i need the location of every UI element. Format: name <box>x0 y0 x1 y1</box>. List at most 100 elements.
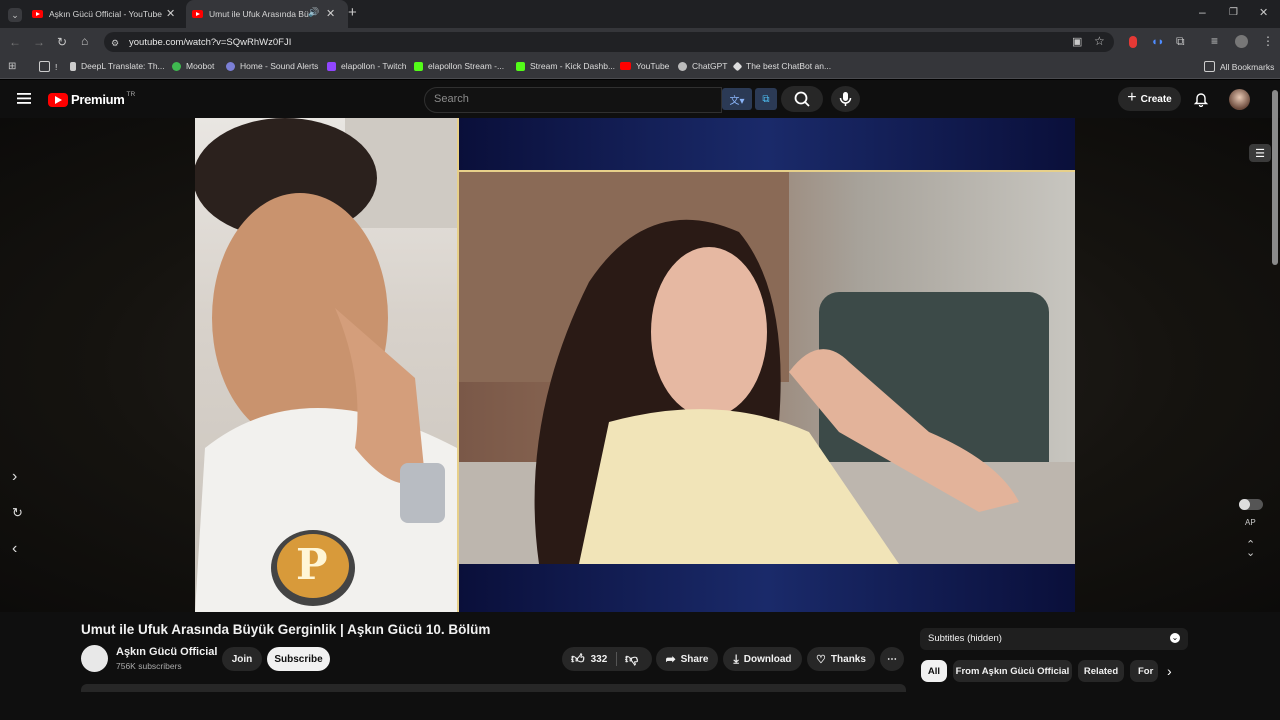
like-dislike-group: 👍︎ 332 👎︎ <box>562 647 652 671</box>
extensions-puzzle-icon[interactable]: ⧉ <box>1176 35 1185 47</box>
bookmark-sound-alerts[interactable]: Home - Sound Alerts <box>226 61 318 71</box>
chip-label: From Aşkın Gücü Official <box>955 665 1070 677</box>
expand-collapse-icon[interactable]: ⌃ ⌄ <box>1246 540 1255 559</box>
like-count[interactable]: 332 <box>591 654 608 665</box>
create-label: Create <box>1140 93 1172 105</box>
profile-avatar-icon[interactable] <box>1235 35 1248 48</box>
bookmark-kick-stream[interactable]: elapollon Stream -... <box>414 61 504 71</box>
bookmark-moobot[interactable]: Moobot <box>172 61 214 71</box>
chips-next-chevron-icon[interactable]: › <box>1167 663 1172 679</box>
minimize-icon[interactable]: – <box>1199 6 1206 18</box>
chapters-list-icon[interactable]: ☰ <box>1249 144 1271 162</box>
contestant-badge-letter: P <box>296 540 328 589</box>
chip-related[interactable]: Related <box>1078 660 1124 682</box>
restore-icon[interactable]: ❐ <box>1229 7 1238 19</box>
youtube-favicon-icon <box>32 10 43 18</box>
channel-avatar[interactable] <box>81 645 108 672</box>
url-text[interactable]: youtube.com/watch?v=SQwRhWz0FJI <box>129 37 291 48</box>
bookmark-deepl[interactable]: DeepL Translate: Th... <box>70 61 165 71</box>
guide-menu-icon[interactable] <box>17 92 31 104</box>
subtitles-expand-icon[interactable]: ⌄ <box>1170 633 1180 643</box>
search-button[interactable] <box>781 86 823 112</box>
chip-from-channel[interactable]: From Aşkın Gücü Official <box>953 660 1072 682</box>
subtitles-label: Subtitles (hidden) <box>928 633 1002 644</box>
share-icon: ➦ <box>665 652 676 666</box>
bookmark-chatgpt[interactable]: ChatGPT <box>678 61 727 71</box>
next-chevron-icon[interactable]: › <box>12 468 17 486</box>
video-frame-left-contestant <box>195 118 457 612</box>
translate-extension-icon[interactable]: ⧉ <box>755 88 777 110</box>
more-actions-icon[interactable]: ⋯ <box>880 647 904 671</box>
refresh-icon[interactable]: ↻ <box>12 505 23 521</box>
tab-search-chevron-icon[interactable]: ⌄ <box>8 8 22 22</box>
like-icon[interactable]: 👍︎ <box>571 651 585 667</box>
cast-icon[interactable]: ▣ <box>1072 36 1082 48</box>
share-button[interactable]: ➦ Share <box>656 647 718 671</box>
bookmark-label: ! <box>55 61 58 72</box>
chip-for-you[interactable]: For <box>1130 660 1158 682</box>
bookmark-folder[interactable]: ! <box>39 61 57 72</box>
deepl-icon <box>70 61 76 71</box>
bookmark-label: Stream - Kick Dashb... <box>530 61 616 71</box>
page-scrollbar[interactable] <box>1270 80 1280 690</box>
description-box[interactable] <box>81 684 906 692</box>
folder-icon <box>1204 61 1215 72</box>
apps-grid-icon[interactable]: ⊞ <box>8 61 16 73</box>
subscribe-button[interactable]: Subscribe <box>267 647 330 671</box>
bookmark-twitch[interactable]: elapollon - Twitch <box>327 61 407 71</box>
create-button[interactable]: + Create <box>1118 87 1181 111</box>
reload-icon[interactable]: ↻ <box>57 36 67 48</box>
voice-search-button[interactable] <box>831 86 860 112</box>
audio-playing-icon[interactable]: 🔊 <box>308 7 319 18</box>
account-avatar[interactable] <box>1229 89 1250 110</box>
close-tab-icon[interactable]: ✕ <box>326 7 335 20</box>
kick-icon <box>516 61 525 71</box>
notifications-bell-icon[interactable] <box>1193 91 1209 107</box>
twitch-icon <box>327 61 336 71</box>
bookmark-label: The best ChatBot an... <box>746 61 832 71</box>
scrollbar-thumb[interactable] <box>1272 90 1278 265</box>
new-tab-icon[interactable]: + <box>348 5 357 20</box>
previous-chevron-icon[interactable]: ‹ <box>12 540 17 558</box>
bookmark-chatbot[interactable]: The best ChatBot an... <box>732 61 832 71</box>
close-window-icon[interactable]: ✕ <box>1259 7 1268 19</box>
subscriber-count: 756K subscribers <box>116 661 182 671</box>
bookmark-label: elapollon Stream -... <box>428 61 505 71</box>
forward-icon[interactable]: → <box>33 36 45 48</box>
back-icon[interactable]: ← <box>9 36 21 48</box>
home-icon[interactable]: ⌂ <box>81 35 88 47</box>
extension-translate-icon[interactable]: ◖◗ <box>1151 36 1164 48</box>
video-title: Umut ile Ufuk Arasında Büyük Gerginlik |… <box>81 622 491 637</box>
chip-all[interactable]: All <box>921 660 947 682</box>
youtube-premium-logo[interactable]: Premium TR <box>48 91 135 107</box>
video-frame-top-band <box>459 118 1075 170</box>
all-bookmarks[interactable]: All Bookmarks <box>1204 61 1274 72</box>
soundalerts-icon <box>226 61 235 71</box>
thanks-label: Thanks <box>830 653 866 665</box>
folder-icon <box>39 61 50 72</box>
bookmark-youtube[interactable]: YouTube <box>620 61 669 71</box>
download-label: Download <box>743 653 792 665</box>
youtube-logo-icon <box>48 92 68 107</box>
close-tab-icon[interactable]: ✕ <box>166 7 175 20</box>
download-button[interactable]: ⤓ Download <box>723 647 802 671</box>
autoplay-toggle[interactable] <box>1239 499 1263 510</box>
subscribe-label: Subscribe <box>274 653 323 665</box>
youtube-favicon-icon <box>192 10 203 18</box>
join-button[interactable]: Join <box>222 647 262 671</box>
bookmark-label: YouTube <box>636 61 670 71</box>
media-controls-icon[interactable]: ≡ <box>1211 35 1218 47</box>
channel-name[interactable]: Aşkın Gücü Official <box>116 646 217 658</box>
chrome-menu-icon[interactable]: ⋮ <box>1262 35 1274 47</box>
autoplay-label: AP <box>1245 518 1256 527</box>
thanks-button[interactable]: ♡ Thanks <box>807 647 875 671</box>
input-tools-icon[interactable]: 文▾ <box>722 88 752 110</box>
tab-current-video[interactable]: Umut ile Ufuk Arasında Büy 🔊 ✕ <box>186 0 348 28</box>
bookmark-kick-dashboard[interactable]: Stream - Kick Dashb... <box>516 61 615 71</box>
dislike-icon[interactable]: 👎︎ <box>625 651 638 667</box>
tab-askin-gucu[interactable]: Aşkın Gücü Official - YouTube ✕ <box>26 0 188 28</box>
subtitles-panel-header[interactable]: Subtitles (hidden) ⌄ <box>920 628 1188 650</box>
site-info-icon[interactable]: ⚙ <box>111 37 119 49</box>
extension-red-icon[interactable] <box>1129 36 1137 48</box>
bookmark-star-icon[interactable]: ☆ <box>1094 35 1105 47</box>
